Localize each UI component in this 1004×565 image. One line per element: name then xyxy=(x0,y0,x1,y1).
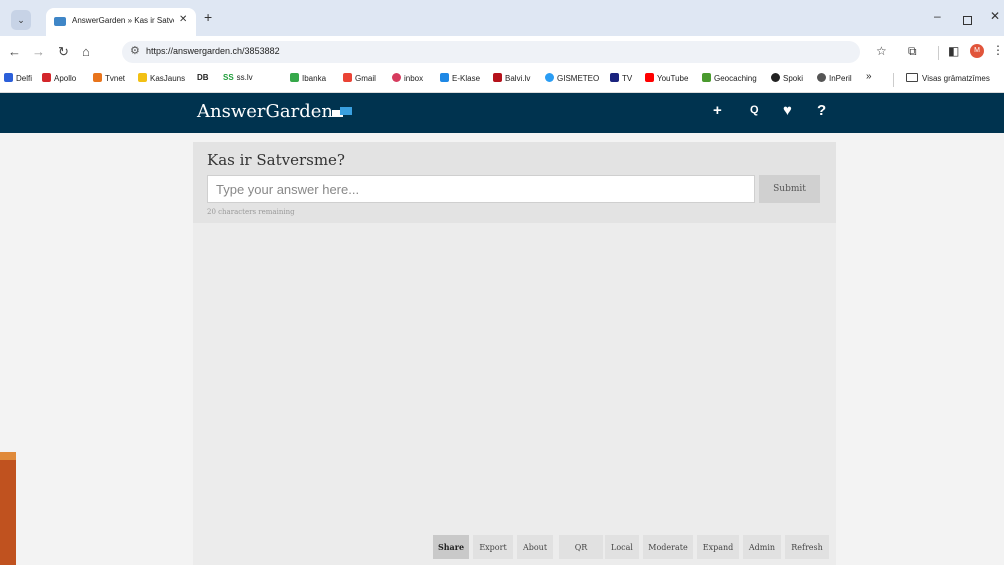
bookmark-balvi[interactable]: Balvi.lv xyxy=(493,73,530,83)
search-icon[interactable]: Q xyxy=(750,104,759,116)
qr-button[interactable]: QR xyxy=(559,535,603,559)
window-close-button[interactable]: ✕ xyxy=(990,9,1000,23)
action-bar: Share Export About QR Local Moderate Exp… xyxy=(193,531,836,565)
side-panel-icon[interactable]: ◧ xyxy=(948,44,959,58)
browser-toolbar: ← → ↻ ⌂ ⚙ https://answergarden.ch/385388… xyxy=(0,36,1004,68)
bookmark-delfi[interactable]: Delfi xyxy=(4,73,32,83)
share-button[interactable]: Share xyxy=(433,535,469,559)
toolbar-divider xyxy=(938,46,939,60)
spoki-icon xyxy=(771,73,780,82)
extensions-icon[interactable]: ⧉ xyxy=(908,44,917,59)
bookmark-gismeteo[interactable]: GISMETEO xyxy=(545,73,599,83)
bookmark-spoki[interactable]: Spoki xyxy=(771,73,803,83)
heart-icon[interactable]: ♥ xyxy=(783,102,792,119)
site-info-icon[interactable]: ⚙ xyxy=(130,44,140,57)
address-bar[interactable]: ⚙ https://answergarden.ch/3853882 xyxy=(122,41,860,63)
plus-icon[interactable]: + xyxy=(713,102,722,119)
bookmark-kasjauns[interactable]: KasJauns xyxy=(138,73,185,83)
answer-garden-area xyxy=(193,223,836,531)
page-body: AnswerGarden + Q ♥ ? Kas ir Satversme? S… xyxy=(0,93,1004,565)
inbox-icon xyxy=(392,73,401,82)
site-logo[interactable]: AnswerGarden xyxy=(197,101,333,122)
bookmarks-bar: Delfi Apollo Tvnet KasJauns DB SS ss.lv I… xyxy=(0,68,1004,93)
refresh-button[interactable]: Refresh xyxy=(785,535,829,559)
bookmark-inperil[interactable]: InPeril xyxy=(817,73,852,83)
ibanka-icon xyxy=(290,73,299,82)
browser-menu-icon[interactable]: ⋮ xyxy=(992,43,1004,57)
tab-favicon-icon xyxy=(54,17,66,26)
bookmark-ss[interactable]: SS ss.lv xyxy=(223,73,253,82)
admin-button[interactable]: Admin xyxy=(743,535,781,559)
bookmark-geocaching[interactable]: Geocaching xyxy=(702,73,757,83)
bookmark-star-icon[interactable]: ☆ xyxy=(876,44,887,58)
tv-icon xyxy=(610,73,619,82)
tab-title: AnswerGarden » Kas ir Satversme? xyxy=(72,16,174,25)
bookmark-inbox[interactable]: inbox xyxy=(392,73,423,83)
moderate-button[interactable]: Moderate xyxy=(643,535,693,559)
apollo-icon xyxy=(42,73,51,82)
bookmark-youtube[interactable]: YouTube xyxy=(645,73,688,83)
back-icon[interactable]: ← xyxy=(8,44,21,59)
submit-button[interactable]: Submit xyxy=(759,175,820,203)
balvi-icon xyxy=(493,73,502,82)
folder-icon xyxy=(906,73,918,82)
inperil-icon xyxy=(817,73,826,82)
expand-button[interactable]: Expand xyxy=(697,535,739,559)
minimize-button[interactable]: – xyxy=(934,9,941,23)
tab-search-button[interactable]: ⌄ xyxy=(11,10,31,30)
forward-icon[interactable]: → xyxy=(32,44,45,59)
eklase-icon xyxy=(440,73,449,82)
question-title: Kas ir Satversme? xyxy=(207,151,345,169)
home-icon[interactable]: ⌂ xyxy=(82,44,90,59)
bookmark-tvnet[interactable]: Tvnet xyxy=(93,73,125,83)
reload-icon[interactable]: ↻ xyxy=(58,44,69,60)
bookmark-tv[interactable]: TV xyxy=(610,73,632,83)
tvnet-icon xyxy=(93,73,102,82)
bookmark-eklase[interactable]: E-Klase xyxy=(440,73,480,83)
url-text: https://answergarden.ch/3853882 xyxy=(146,46,280,56)
delfi-icon xyxy=(4,73,13,82)
bookmark-db[interactable]: DB xyxy=(197,73,209,82)
local-button[interactable]: Local xyxy=(605,535,639,559)
question-card: Kas ir Satversme? Submit 20 characters r… xyxy=(193,142,836,223)
answer-input[interactable] xyxy=(207,175,755,203)
tab-close-icon[interactable]: ✕ xyxy=(179,14,187,25)
gismeteo-icon xyxy=(545,73,554,82)
new-tab-button[interactable]: + xyxy=(204,9,212,25)
question-icon[interactable]: ? xyxy=(817,102,826,119)
youtube-icon xyxy=(645,73,654,82)
gmail-icon xyxy=(343,73,352,82)
geocaching-icon xyxy=(702,73,711,82)
bookmark-ibanka[interactable]: Ibanka xyxy=(290,73,326,83)
speech-bubble-icon xyxy=(332,107,352,117)
browser-tab-strip: ⌄ AnswerGarden » Kas ir Satversme? ✕ + –… xyxy=(0,0,1004,36)
profile-avatar[interactable]: M xyxy=(970,44,984,58)
all-bookmarks-folder[interactable]: Visas grāmatzīmes xyxy=(906,73,990,83)
bookmark-apollo[interactable]: Apollo xyxy=(42,73,76,83)
characters-remaining: 20 characters remaining xyxy=(207,208,295,216)
export-button[interactable]: Export xyxy=(473,535,513,559)
bookmarks-overflow-button[interactable]: » xyxy=(866,71,872,82)
bookmarks-divider xyxy=(893,73,894,87)
site-header: AnswerGarden + Q ♥ ? xyxy=(0,93,1004,133)
browser-tab[interactable]: AnswerGarden » Kas ir Satversme? ✕ xyxy=(46,8,196,36)
maximize-button[interactable] xyxy=(963,16,972,25)
about-button[interactable]: About xyxy=(517,535,553,559)
bookmark-gmail[interactable]: Gmail xyxy=(343,73,376,83)
kasjauns-icon xyxy=(138,73,147,82)
slide-accent-bar xyxy=(0,460,16,565)
